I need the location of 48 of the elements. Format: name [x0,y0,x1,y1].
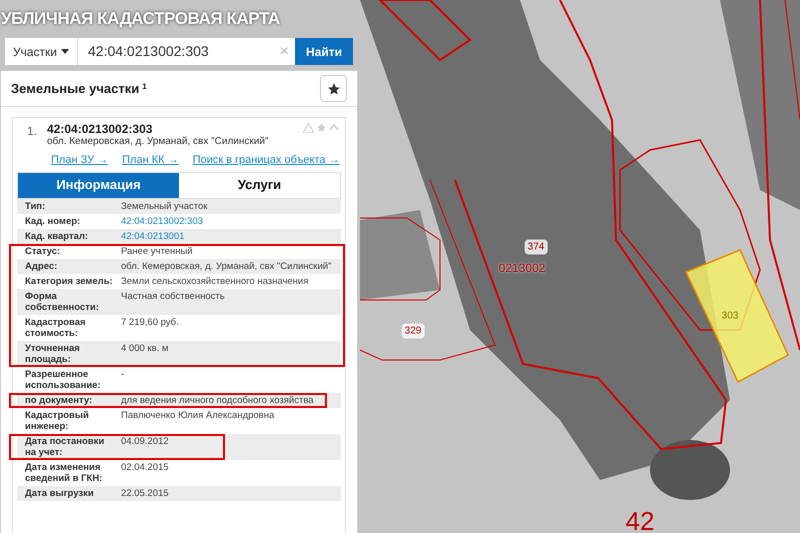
field-label: Категория земель: [25,276,114,286]
field-value: - [121,368,124,382]
field-label: Кадастровый инженер: [25,410,90,432]
field-value: 04.09.2012 [121,436,169,448]
field-value: Частная собственность [121,290,225,304]
field-link[interactable]: 42:04:0213002:303 [121,216,203,226]
field-label: Кадастровая стоимость: [25,316,87,338]
result-index: 1. [27,123,38,140]
category-dropdown[interactable]: Участки [5,38,78,65]
search-field[interactable]: 42:04:0213002:303 [78,38,274,65]
plan-link[interactable]: План ЗУ → [51,152,108,168]
field-value: 02.04.2015 [121,462,169,474]
clear-button[interactable]: × [274,38,296,65]
field-label: Кад. номер: [25,216,82,226]
field-label: Уточненная площадь: [25,342,81,364]
field-label: Дата изменения сведений в ГКН: [25,462,104,484]
field-label: Разрешенное использование: [25,368,102,390]
map-title: УБЛИЧНАЯ КАДАСТРОВАЯ КАРТА [1,8,280,30]
field-label: Кад. квартал: [25,230,90,242]
field-value: 7 219,60 руб. [121,316,179,330]
find-button[interactable]: Найти [295,38,353,65]
result-address: обл. Кемеровская, д. Урманай, свх "Силинский" [47,136,270,148]
field-value: 22.05.2015 [121,488,169,498]
field-label: Адрес: [25,260,58,272]
field-value: 4 000 кв. м [121,342,168,356]
tab[interactable]: Информация [18,172,179,198]
field-value: Земельный участок [121,200,208,212]
field-label: Дата постановки на учет: [25,436,106,458]
field-value: Земли сельскохозяйственного назначения [121,276,308,286]
field-label: Дата выгрузки [25,488,95,498]
map-label: 329 [402,324,424,338]
plan-link[interactable]: Поиск в границах объекта → [192,152,340,168]
field-label: Статус: [25,246,62,256]
field-value: для ведения личного подсобного хозяйства [121,394,314,406]
field-link[interactable]: 42:04:0213001 [121,230,184,242]
plan-link[interactable]: План КК → [122,152,179,168]
map-label: 42 [626,508,654,533]
map-label: 374 [524,240,548,254]
result-number: 42:04:0213002:303 [47,122,154,136]
map-label: 0213002 [498,260,546,277]
field-label: Форма собственности: [25,290,100,312]
field-value: Ранее учтенный [121,246,193,256]
field-value: обл. Кемеровская, д. Урманай, свх "Силинский" [121,260,332,272]
field-value: Павлюченко Юлия Александровна [121,410,274,422]
field-label: по документу: [25,394,94,406]
results-heading: Земельные участки $^{1}$ [11,80,147,98]
field-label: Тип: [25,200,46,212]
map-label: 303 [722,310,738,324]
